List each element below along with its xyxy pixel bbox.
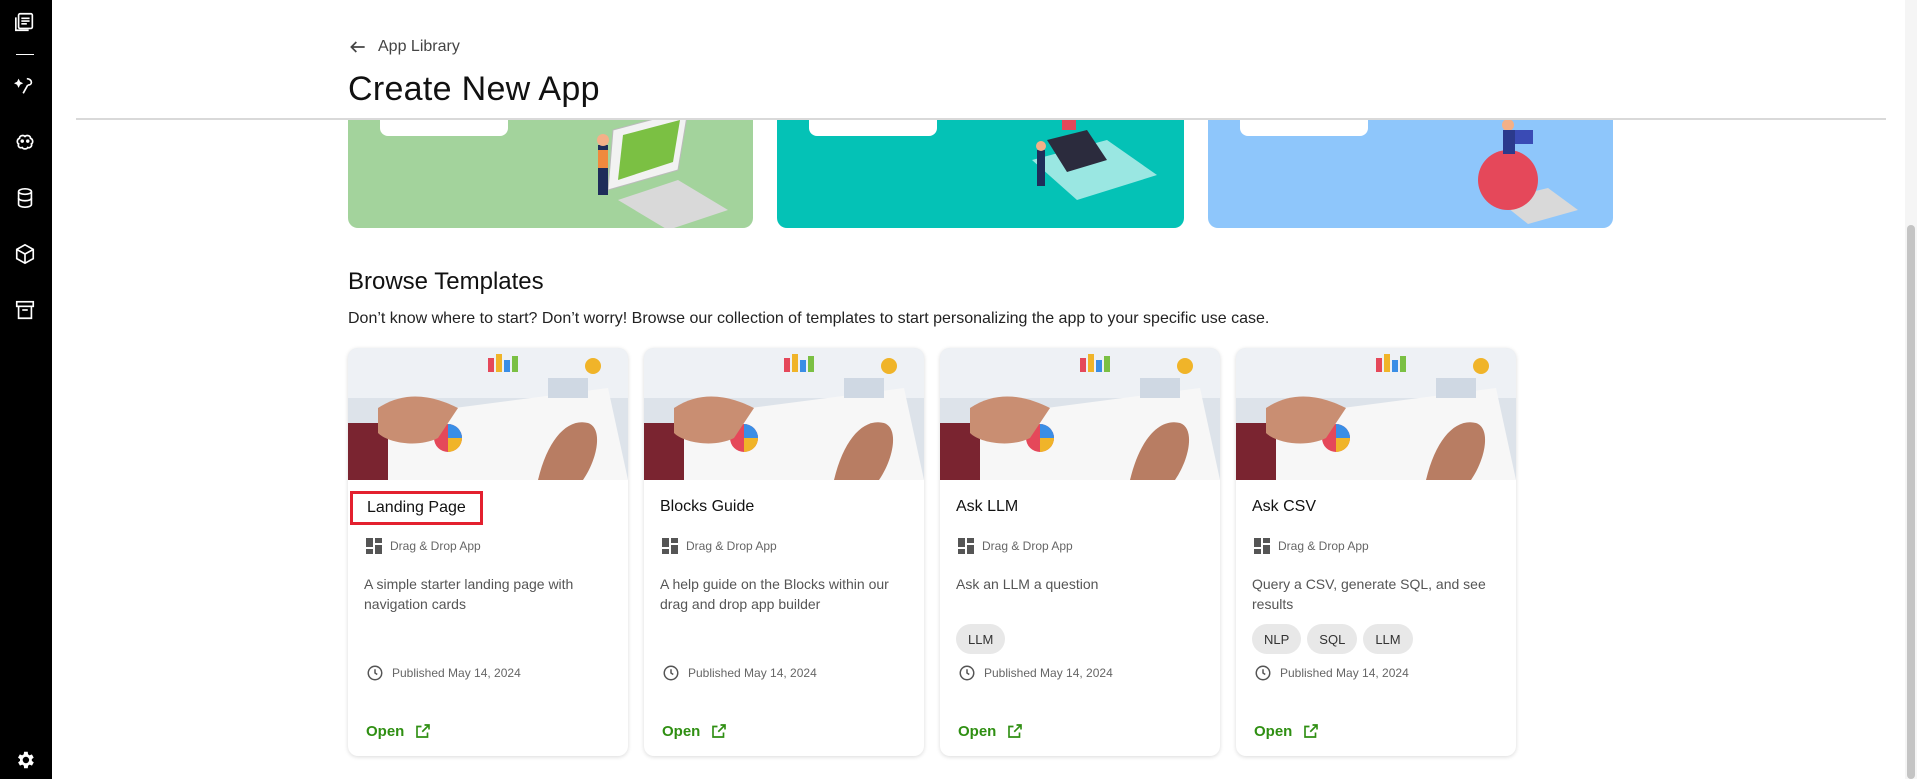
template-thumbnail	[644, 348, 924, 480]
template-published-label: Published May 14, 2024	[688, 666, 817, 680]
gear-icon[interactable]	[13, 748, 37, 772]
external-link-icon	[416, 724, 431, 738]
grid-blocks-icon	[1254, 538, 1270, 554]
template-type-label: Drag & Drop App	[1278, 539, 1369, 553]
template-tags: LLM	[956, 624, 1006, 654]
template-card[interactable]: Ask LLM Drag & Drop App Ask an LLM a que…	[940, 348, 1220, 756]
template-card[interactable]: Blocks Guide Drag & Drop App A help guid…	[644, 348, 924, 756]
template-thumbnail	[348, 348, 628, 480]
tag-chip: NLP	[1252, 624, 1302, 654]
clock-icon	[663, 665, 679, 681]
open-label: Open	[1254, 722, 1293, 740]
open-template-button[interactable]: Open	[1254, 722, 1320, 740]
template-type: Drag & Drop App	[958, 538, 1073, 554]
template-card[interactable]: Landing Page Drag & Drop App A simple st…	[348, 348, 628, 756]
clock-icon	[367, 665, 383, 681]
template-published-label: Published May 14, 2024	[392, 666, 521, 680]
tag-chip: LLM	[956, 624, 1006, 654]
template-tags: NLP SQL LLM	[1252, 624, 1413, 654]
template-type-label: Drag & Drop App	[390, 539, 481, 553]
template-type-label: Drag & Drop App	[686, 539, 777, 553]
external-link-icon	[1304, 724, 1319, 738]
template-description: A help guide on the Blocks within our dr…	[660, 576, 889, 612]
open-template-button[interactable]: Open	[366, 722, 432, 740]
open-label: Open	[366, 722, 405, 740]
back-link[interactable]: App Library	[348, 37, 460, 57]
external-link-icon	[1008, 724, 1023, 738]
template-description: Query a CSV, generate SQL, and see resul…	[1252, 576, 1486, 612]
template-name[interactable]: Blocks Guide	[660, 498, 754, 516]
template-name[interactable]: Ask LLM	[956, 498, 1018, 516]
template-card[interactable]: Ask CSV Drag & Drop App Query a CSV, gen…	[1236, 348, 1516, 756]
open-template-button[interactable]: Open	[662, 722, 728, 740]
arrow-left-icon	[350, 41, 365, 53]
template-published-label: Published May 14, 2024	[984, 666, 1113, 680]
template-type: Drag & Drop App	[662, 538, 777, 554]
grid-blocks-icon	[662, 538, 678, 554]
template-type: Drag & Drop App	[366, 538, 481, 554]
section-description: Don’t know where to start? Don’t worry! …	[348, 310, 1270, 327]
tag-chip: LLM	[1363, 624, 1413, 654]
cube-icon[interactable]	[13, 242, 37, 266]
back-link-label: App Library	[378, 38, 460, 55]
open-template-button[interactable]: Open	[958, 722, 1024, 740]
page-title: Create New App	[348, 70, 600, 108]
template-published: Published May 14, 2024	[958, 664, 1113, 682]
sidebar-divider	[16, 54, 34, 55]
template-description: A simple starter landing page with navig…	[364, 576, 574, 612]
template-published: Published May 14, 2024	[662, 664, 817, 682]
template-name[interactable]: Landing Page	[350, 491, 483, 525]
magic-icon[interactable]	[13, 74, 37, 98]
external-link-icon	[712, 724, 727, 738]
tag-chip: SQL	[1307, 624, 1358, 654]
open-label: Open	[958, 722, 997, 740]
open-label: Open	[662, 722, 701, 740]
template-name[interactable]: Ask CSV	[1252, 498, 1316, 516]
section-title: Browse Templates	[348, 268, 544, 295]
template-published: Published May 14, 2024	[366, 664, 521, 682]
template-published: Published May 14, 2024	[1254, 664, 1409, 682]
database-icon[interactable]	[13, 186, 37, 210]
scrollbar-track[interactable]	[1905, 0, 1917, 779]
template-type: Drag & Drop App	[1254, 538, 1369, 554]
page-header: App Library Create New App	[76, 0, 1886, 120]
template-thumbnail	[1236, 348, 1516, 480]
brain-icon[interactable]	[13, 130, 37, 154]
clock-icon	[959, 665, 975, 681]
template-type-label: Drag & Drop App	[982, 539, 1073, 553]
clock-icon	[1255, 665, 1271, 681]
archive-icon[interactable]	[13, 298, 37, 322]
template-thumbnail	[940, 348, 1220, 480]
template-published-label: Published May 14, 2024	[1280, 666, 1409, 680]
grid-blocks-icon	[366, 538, 382, 554]
template-description: Ask an LLM a question	[956, 576, 1099, 592]
scrollbar-thumb[interactable]	[1907, 225, 1915, 779]
grid-blocks-icon	[958, 538, 974, 554]
sidebar	[0, 0, 52, 779]
library-icon[interactable]	[13, 10, 37, 34]
